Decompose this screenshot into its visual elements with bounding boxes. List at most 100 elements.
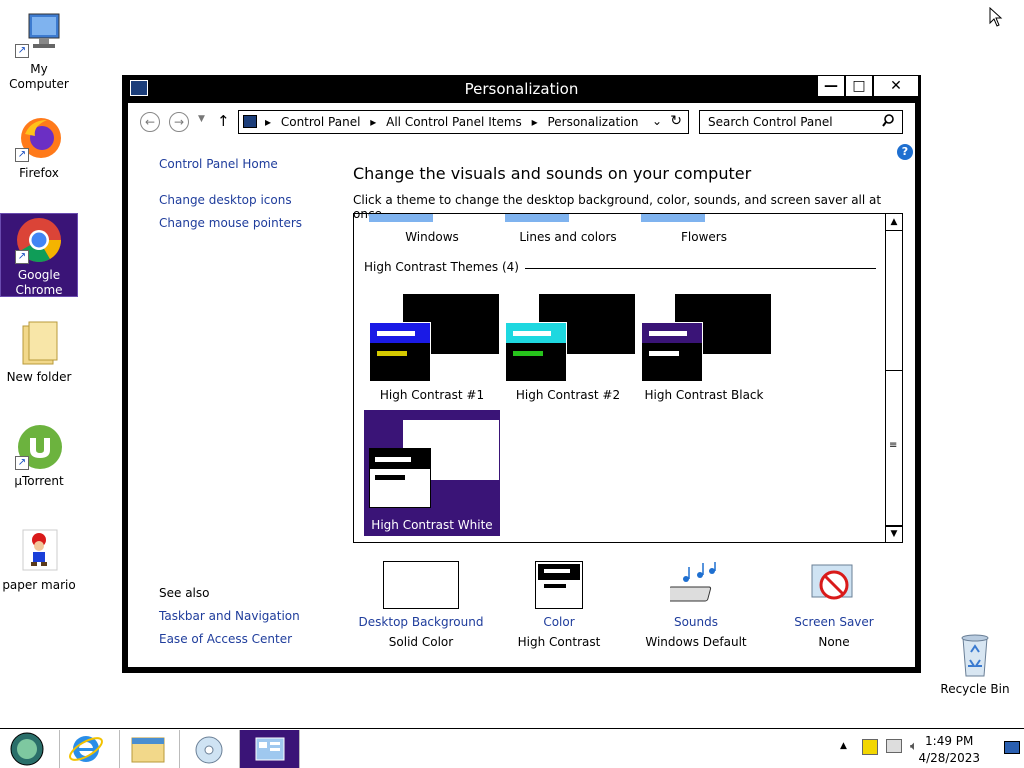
recent-pages-dropdown-icon[interactable]: ▼ <box>198 114 205 124</box>
page-heading: Change the visuals and sounds on your co… <box>353 164 752 183</box>
control-panel-home-link[interactable]: Control Panel Home <box>159 157 278 171</box>
shortcut-arrow-icon: ↗ <box>15 44 29 58</box>
window-client-area: ← → ▼ ↑ ▸ Control Panel ▸ All Control Pa… <box>128 103 915 667</box>
desktop-background-link[interactable]: Desktop Background <box>351 615 491 629</box>
desktop-icon-new-folder[interactable]: New folder <box>0 318 78 385</box>
help-icon[interactable]: ? <box>897 144 913 160</box>
maximize-button[interactable]: □ <box>845 75 873 97</box>
back-button[interactable]: ← <box>140 112 160 132</box>
taskbar-navigation-link[interactable]: Taskbar and Navigation <box>159 609 300 623</box>
firefox-icon: ↗ <box>15 114 63 162</box>
desktop-background-preview <box>383 561 459 609</box>
scrollbar-thumb[interactable]: ≡ <box>886 370 902 527</box>
internet-explorer-icon <box>69 736 103 762</box>
show-desktop-button[interactable] <box>1004 741 1020 754</box>
action-center-icon[interactable] <box>862 739 878 755</box>
control-panel-icon <box>255 737 285 761</box>
forward-button[interactable]: → <box>169 112 189 132</box>
theme-list: Windows Lines and colors Flowers High Co… <box>353 213 903 543</box>
breadcrumb-separator-icon: ▸ <box>531 115 538 129</box>
theme-preview <box>505 294 635 384</box>
window-titlebar[interactable]: Personalization — □ ✕ <box>122 75 921 103</box>
address-dropdown-icon[interactable]: ⌄ <box>652 114 662 128</box>
chrome-icon: ↗ <box>15 216 63 264</box>
desktop-icon-label: Google Chrome <box>15 268 63 297</box>
shortcut-arrow-icon: ↗ <box>15 148 29 162</box>
breadcrumb-separator-icon: ▸ <box>265 115 272 129</box>
theme-name-flowers[interactable]: Flowers <box>636 230 772 244</box>
theme-preview <box>641 294 771 384</box>
sounds-option[interactable]: Sounds Windows Default <box>626 561 766 649</box>
change-mouse-pointers-link[interactable]: Change mouse pointers <box>159 216 302 230</box>
screen-saver-icon <box>808 561 860 609</box>
desktop-icon-label: paper mario <box>2 578 76 592</box>
desktop-background-option[interactable]: Desktop Background Solid Color <box>351 561 491 649</box>
screen-saver-value: None <box>818 635 850 649</box>
sounds-link[interactable]: Sounds <box>626 615 766 629</box>
desktop-icon-label: µTorrent <box>14 474 64 488</box>
shortcut-arrow-icon: ↗ <box>15 250 29 264</box>
show-hidden-icons-button[interactable]: ▲ <box>840 741 847 751</box>
desktop-icon-label: Recycle Bin <box>940 682 1010 696</box>
theme-preview <box>369 420 499 510</box>
up-arrow-icon[interactable]: ↑ <box>217 112 230 130</box>
start-button[interactable] <box>0 730 60 768</box>
color-preview-icon <box>535 561 583 609</box>
desktop-icon-utorrent[interactable]: ↗ µTorrent <box>0 422 78 489</box>
start-orb-icon <box>10 732 44 766</box>
theme-high-contrast-1[interactable]: High Contrast #1 <box>364 290 500 406</box>
theme-thumb-windows[interactable] <box>369 214 433 222</box>
address-bar[interactable]: ▸ Control Panel ▸ All Control Panel Item… <box>238 110 689 134</box>
breadcrumb-all-items[interactable]: All Control Panel Items <box>386 115 522 129</box>
taskbar: ▲ 🔈︎ 1:49 PM 4/28/2023 <box>0 728 1024 768</box>
scroll-up-icon[interactable]: ▲ <box>886 214 902 231</box>
breadcrumb-personalization[interactable]: Personalization <box>547 115 638 129</box>
color-option[interactable]: Color High Contrast <box>489 561 629 649</box>
taskbar-internet-explorer[interactable] <box>60 730 120 768</box>
desktop-icon-label: My Computer <box>9 62 69 91</box>
window-title: Personalization <box>464 80 579 98</box>
ease-of-access-link[interactable]: Ease of Access Center <box>159 632 292 646</box>
desktop-icon-google-chrome[interactable]: ↗ Google Chrome <box>0 213 78 297</box>
search-box[interactable] <box>699 110 903 134</box>
close-button[interactable]: ✕ <box>873 75 919 97</box>
taskbar-file-explorer[interactable] <box>120 730 180 768</box>
theme-thumb-lines-colors[interactable] <box>505 214 569 222</box>
theme-name-lines-colors[interactable]: Lines and colors <box>500 230 636 244</box>
group-title: High Contrast Themes (4) <box>364 260 525 274</box>
theme-high-contrast-black[interactable]: High Contrast Black <box>636 290 772 406</box>
refresh-icon[interactable]: ↻ <box>670 113 682 129</box>
volume-muted-icon[interactable]: 🔈︎ <box>910 739 918 754</box>
folder-icon <box>15 318 63 366</box>
desktop-icon-recycle-bin[interactable]: Recycle Bin <box>936 630 1014 697</box>
see-also-label: See also <box>159 586 210 600</box>
screen-saver-option[interactable]: Screen Saver None <box>764 561 904 649</box>
search-input[interactable] <box>708 112 878 132</box>
system-clock[interactable]: 1:49 PM 4/28/2023 <box>918 733 980 767</box>
theme-thumb-flowers[interactable] <box>641 214 705 222</box>
scroll-down-icon[interactable]: ▼ <box>886 525 902 542</box>
screen-saver-link[interactable]: Screen Saver <box>764 615 904 629</box>
shortcut-arrow-icon: ↗ <box>15 456 29 470</box>
network-icon[interactable] <box>886 739 902 753</box>
color-link[interactable]: Color <box>489 615 629 629</box>
breadcrumb-control-panel[interactable]: Control Panel <box>281 115 361 129</box>
change-desktop-icons-link[interactable]: Change desktop icons <box>159 193 292 207</box>
theme-preview <box>369 294 499 384</box>
theme-list-scrollbar[interactable]: ▲ ≡ ▼ <box>885 214 902 542</box>
clock-date: 4/28/2023 <box>918 751 980 765</box>
file-explorer-icon <box>131 737 165 763</box>
desktop-icon-label: New folder <box>6 370 72 384</box>
theme-name: High Contrast #1 <box>379 388 485 402</box>
desktop-icon-paper-mario[interactable]: paper mario <box>0 526 78 593</box>
theme-high-contrast-white[interactable]: High Contrast White <box>364 410 500 536</box>
media-player-icon <box>195 736 223 764</box>
minimize-button[interactable]: — <box>817 75 845 97</box>
search-icon[interactable] <box>882 114 894 130</box>
desktop-icon-my-computer[interactable]: ↗ My Computer <box>0 10 78 92</box>
theme-high-contrast-2[interactable]: High Contrast #2 <box>500 290 636 406</box>
taskbar-media-player[interactable] <box>180 730 240 768</box>
desktop-icon-firefox[interactable]: ↗ Firefox <box>0 114 78 181</box>
taskbar-control-panel[interactable] <box>240 730 300 768</box>
theme-name-windows[interactable]: Windows <box>364 230 500 244</box>
